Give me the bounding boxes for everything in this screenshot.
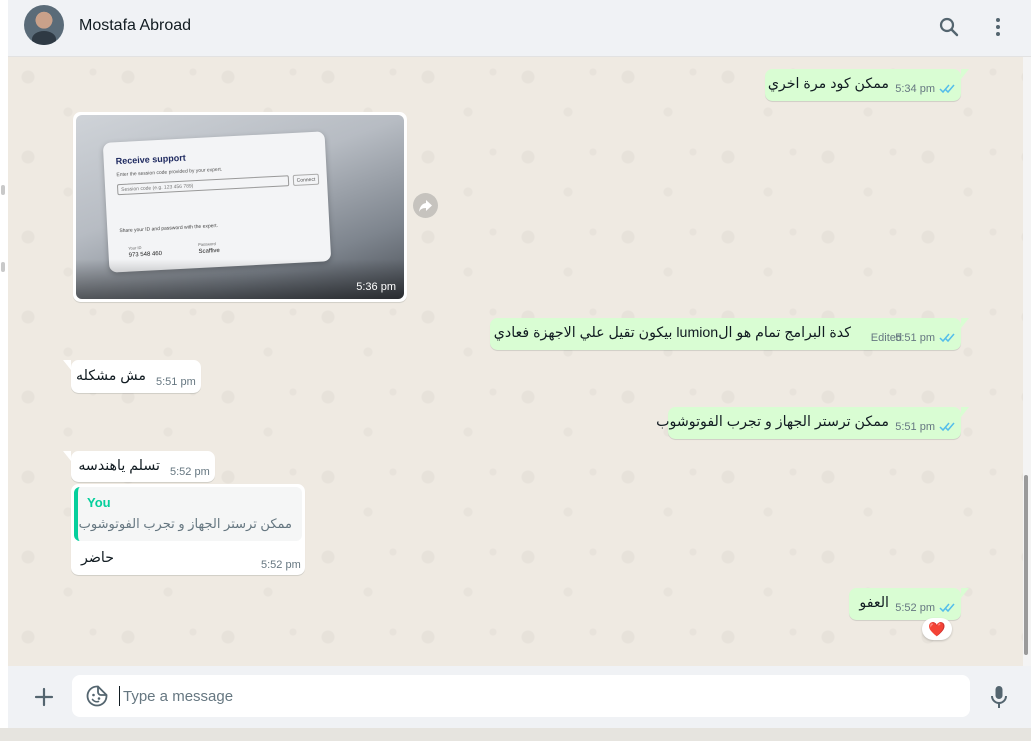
message-incoming[interactable]: مش مشكله 5:51 pm [63, 360, 201, 393]
forward-icon [419, 200, 432, 212]
message-time: 5:34 pm [895, 83, 935, 95]
scrollbar-thumb[interactable] [1024, 475, 1028, 655]
photo-gradient [76, 259, 404, 299]
read-receipt-icon [939, 333, 955, 343]
message-text: حاضر [81, 550, 114, 566]
photo-text-connect: Connect [292, 173, 320, 186]
read-receipt-icon [939, 603, 955, 613]
read-receipt-icon [939, 84, 955, 94]
message-time: 5:52 pm [170, 466, 210, 478]
photo-text-code: Session code (e.g. 123 456 789) [116, 175, 290, 196]
message-text: ممكن كود مرة اخري [767, 76, 889, 92]
read-receipt-icon [939, 422, 955, 432]
message-text: تسلم ياهندسه [78, 458, 160, 474]
photo-text-password: Scaffive [198, 247, 220, 256]
chat-header[interactable]: Mostafa Abroad [8, 0, 1031, 57]
message-outgoing[interactable]: العفو 5:52 pm [849, 588, 969, 620]
mic-icon[interactable] [987, 684, 1011, 710]
message-incoming-reply[interactable]: You ممكن ترستر الجهاز و تجرب الفوتوشوب ح… [71, 484, 305, 575]
forward-button[interactable] [413, 193, 438, 218]
message-outgoing[interactable]: ممكن ترستر الجهاز و تجرب الفوتوشوب 5:51 … [656, 407, 969, 439]
photo-text-title: Receive support [115, 152, 186, 167]
quoted-text: ممكن ترستر الجهاز و تجرب الفوتوشوب [78, 516, 292, 531]
edge-marker [1, 262, 5, 272]
reaction-heart[interactable]: ❤️ [922, 618, 952, 640]
edge-marker [1, 185, 5, 195]
message-incoming-image[interactable]: Receive support Enter the session code p… [73, 112, 407, 302]
message-outgoing[interactable]: ممكن كود مرة اخري 5:34 pm [765, 69, 969, 101]
message-outgoing[interactable]: كدة البرامج تمام هو الlumion بيكون تقيل … [490, 318, 969, 350]
photo-text-hint: Enter the session code provided by your … [116, 166, 223, 179]
photo-text-id: 973 548 460 [128, 250, 163, 259]
message-time: 5:36 pm [356, 281, 396, 293]
message-time: 5:51 pm [895, 332, 935, 344]
message-incoming[interactable]: تسلم ياهندسه 5:52 pm [63, 451, 215, 482]
photo-content: Receive support Enter the session code p… [102, 131, 332, 273]
composer-bar: Type a message [8, 666, 1031, 728]
message-text: ممكن ترستر الجهاز و تجرب الفوتوشوب [656, 414, 889, 430]
message-text: العفو [859, 595, 889, 611]
quoted-author: You [87, 495, 111, 510]
contact-avatar[interactable] [24, 5, 64, 45]
plus-icon[interactable] [32, 685, 56, 709]
photo-text-password-label: Password [198, 241, 216, 248]
sticker-icon[interactable] [85, 684, 109, 708]
menu-icon[interactable] [986, 15, 1010, 39]
message-time: 5:51 pm [895, 421, 935, 433]
photo-text-id-label: Your ID [128, 245, 142, 251]
message-time: 5:52 pm [261, 559, 301, 571]
quoted-message[interactable]: You ممكن ترستر الجهاز و تجرب الفوتوشوب [74, 487, 302, 541]
message-list[interactable]: ممكن كود مرة اخري 5:34 pm Receive suppor… [8, 57, 1023, 666]
search-icon[interactable] [937, 15, 961, 39]
chat-scrollbar[interactable] [1023, 57, 1031, 666]
text-caret [119, 686, 120, 706]
contact-name[interactable]: Mostafa Abroad [79, 17, 191, 35]
message-placeholder: Type a message [123, 688, 234, 705]
message-time: 5:51 pm [156, 376, 196, 388]
message-input[interactable]: Type a message [72, 675, 970, 717]
message-text: كدة البرامج تمام هو الlumion بيكون تقيل … [493, 325, 851, 341]
message-text: مش مشكله [75, 368, 146, 384]
image-attachment[interactable]: Receive support Enter the session code p… [76, 115, 404, 299]
window-bottom-edge [0, 728, 1031, 741]
message-time: 5:52 pm [895, 602, 935, 614]
photo-text-share: Share your ID and password with the expe… [119, 222, 219, 235]
